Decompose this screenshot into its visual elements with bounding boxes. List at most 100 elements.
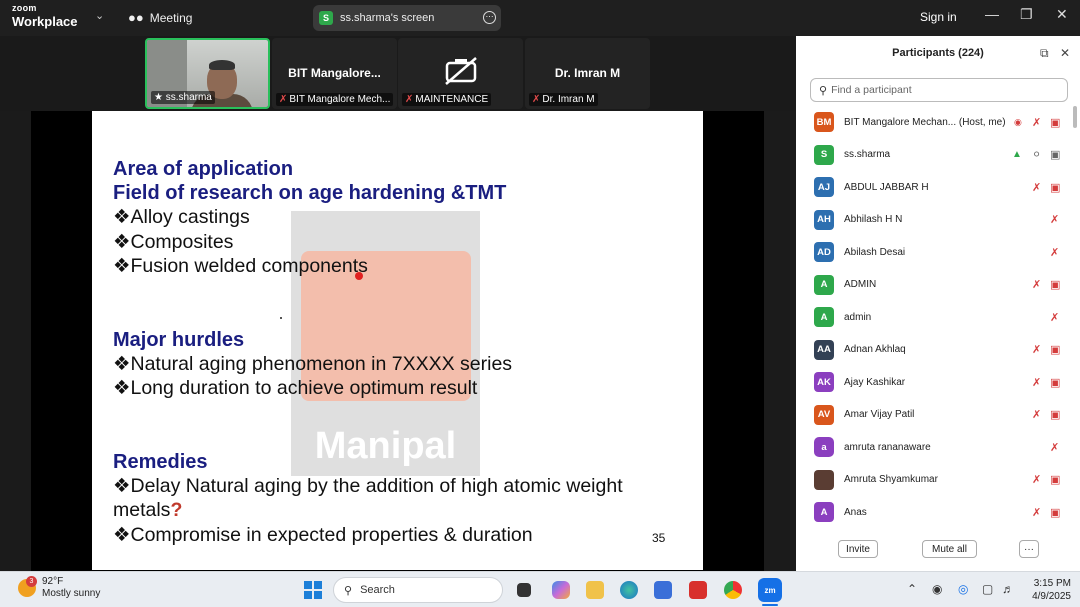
people-icon: ●● bbox=[128, 10, 144, 25]
network-icon[interactable]: ◉ bbox=[932, 582, 942, 596]
participant-row[interactable]: Amruta Shyamkumar ✗ ▣ bbox=[796, 464, 1072, 497]
app-icon[interactable] bbox=[689, 581, 707, 599]
search-icon: ⚲ bbox=[819, 84, 828, 97]
participant-row[interactable]: A admin ✗ bbox=[796, 301, 1072, 334]
tile-caption: ✗ MAINTENANCE bbox=[402, 93, 492, 106]
more-button[interactable]: ··· bbox=[1019, 540, 1039, 558]
mic-muted-icon[interactable]: ✗ bbox=[1050, 246, 1059, 259]
video-tile-bit-mangalore[interactable]: BIT Mangalore... ✗ BIT Mangalore Mech... bbox=[272, 38, 397, 109]
minimize-icon[interactable]: — bbox=[985, 6, 999, 22]
close-panel-icon[interactable]: ✕ bbox=[1060, 46, 1070, 60]
avatar: AV bbox=[814, 404, 834, 425]
mic-muted-icon[interactable]: ✗ bbox=[1032, 278, 1041, 291]
video-off-icon[interactable]: ▣ bbox=[1050, 343, 1060, 356]
mic-muted-icon[interactable]: ✗ bbox=[1032, 506, 1041, 519]
video-off-icon[interactable]: ▣ bbox=[1050, 116, 1060, 129]
microphone-icon[interactable]: ◎ bbox=[958, 582, 968, 596]
pop-out-icon[interactable]: ⧉ bbox=[1040, 46, 1049, 61]
participant-row[interactable]: AH Abhilash H N ✗ bbox=[796, 204, 1072, 237]
participant-scrollbar[interactable] bbox=[1073, 106, 1077, 128]
weather-widget[interactable]: 3 92°F Mostly sunny bbox=[18, 576, 100, 600]
participant-row[interactable]: A ADMIN ✗ ▣ bbox=[796, 269, 1072, 302]
participant-row[interactable]: a amruta rananaware ✗ bbox=[796, 431, 1072, 464]
copilot-icon[interactable] bbox=[552, 581, 570, 599]
avatar: A bbox=[814, 274, 834, 295]
store-icon[interactable] bbox=[654, 581, 672, 599]
video-tile-dr-imran[interactable]: Dr. Imran M ✗ Dr. Imran M bbox=[525, 38, 650, 109]
tile-name: BIT Mangalore... bbox=[288, 66, 381, 80]
video-tile-maintenance[interactable]: ✗ MAINTENANCE bbox=[398, 38, 523, 109]
windows-taskbar: 3 92°F Mostly sunny ⚲ Search zm ⌃ ◉ ◎ ▢ … bbox=[0, 571, 1080, 607]
display-icon[interactable]: ▢ bbox=[982, 582, 993, 596]
task-view-icon[interactable] bbox=[517, 583, 531, 597]
more-options-icon[interactable]: ⋯ bbox=[483, 11, 496, 24]
video-off-icon[interactable]: ▣ bbox=[1050, 376, 1060, 389]
participant-name: Ajay Kashikar bbox=[844, 376, 906, 388]
brand-top: zoom bbox=[12, 3, 37, 13]
windows-start-icon[interactable] bbox=[304, 581, 322, 599]
chevron-up-icon[interactable]: ⌃ bbox=[907, 582, 917, 596]
invite-button[interactable]: Invite bbox=[838, 540, 878, 558]
video-off-icon[interactable]: ▣ bbox=[1050, 473, 1060, 486]
participant-row[interactable]: AJ ABDUL JABBAR H ✗ ▣ bbox=[796, 171, 1072, 204]
participant-row[interactable]: AD Abilash Desai ✗ bbox=[796, 236, 1072, 269]
mic-muted-icon[interactable]: ✗ bbox=[1032, 376, 1041, 389]
title-bar: zoom Workplace ⌄ ●● Meeting S ss.sharma'… bbox=[0, 0, 1080, 36]
video-off-icon[interactable]: ▣ bbox=[1050, 506, 1060, 519]
meeting-menu[interactable]: ●● Meeting bbox=[128, 10, 192, 25]
participant-name: Abilash Desai bbox=[844, 246, 906, 258]
file-explorer-icon[interactable] bbox=[586, 581, 604, 599]
mic-muted-icon[interactable]: ✗ bbox=[1050, 213, 1059, 226]
weather-sun-icon: 3 bbox=[18, 576, 37, 597]
avatar: AA bbox=[814, 339, 834, 360]
participant-row[interactable]: S ss.sharma ▲ ⚪ ▣ bbox=[796, 139, 1072, 172]
participant-row[interactable]: AV Amar Vijay Patil ✗ ▣ bbox=[796, 399, 1072, 432]
mic-muted-icon[interactable]: ✗ bbox=[1050, 311, 1059, 324]
volume-icon[interactable]: ♬ bbox=[1002, 582, 1014, 596]
video-off-icon[interactable]: ▣ bbox=[1050, 181, 1060, 194]
participant-name: ABDUL JABBAR H bbox=[844, 181, 929, 193]
bullet-item: ❖Fusion welded components bbox=[113, 255, 368, 277]
clock-date: 4/9/2025 bbox=[1032, 591, 1071, 602]
bullet-item: ❖Composites bbox=[113, 230, 234, 253]
mic-muted-icon[interactable]: ✗ bbox=[1050, 441, 1059, 454]
participant-row[interactable]: AA Adnan Akhlaq ✗ ▣ bbox=[796, 334, 1072, 367]
tile-caption: ★ ss.sharma bbox=[151, 91, 215, 104]
chrome-icon[interactable] bbox=[724, 581, 742, 599]
close-icon[interactable]: ✕ bbox=[1056, 6, 1068, 23]
bullet-item: ❖Alloy castings bbox=[113, 206, 250, 228]
mic-muted-icon[interactable]: ✗ bbox=[1032, 343, 1041, 356]
avatar-photo bbox=[814, 469, 834, 490]
mic-icon[interactable]: ⚪ bbox=[1032, 148, 1041, 161]
participant-search[interactable]: ⚲ Find a participant bbox=[810, 78, 1068, 102]
sign-in-link[interactable]: Sign in bbox=[920, 10, 957, 24]
video-off-icon[interactable]: ▣ bbox=[1050, 278, 1060, 291]
mic-muted-icon[interactable]: ✗ bbox=[1032, 473, 1041, 486]
avatar: a bbox=[814, 437, 834, 458]
mic-muted-icon[interactable]: ✗ bbox=[1032, 181, 1041, 194]
slide-heading: Remedies bbox=[113, 450, 208, 473]
screen-share-pill[interactable]: S ss.sharma's screen ⋯ bbox=[313, 5, 501, 31]
bullet-item-continued: metals? bbox=[113, 499, 183, 521]
zoom-taskbar-icon[interactable]: zm bbox=[758, 578, 782, 602]
taskbar-search[interactable]: ⚲ Search bbox=[333, 577, 503, 603]
mic-muted-icon[interactable]: ✗ bbox=[1032, 408, 1041, 421]
system-clock[interactable]: 3:15 PM 4/9/2025 bbox=[1025, 577, 1071, 603]
tile-caption: ✗ Dr. Imran M bbox=[529, 93, 598, 106]
edge-browser-icon[interactable] bbox=[620, 581, 638, 599]
sharing-screen-icon: ▲ bbox=[1012, 149, 1022, 161]
video-tile-ss-sharma[interactable]: ★ ss.sharma bbox=[145, 38, 270, 109]
participants-panel: Participants (224) ⧉ ✕ ⚲ Find a particip… bbox=[796, 36, 1080, 571]
record-icon: ◉ bbox=[1014, 116, 1022, 127]
video-icon[interactable]: ▣ bbox=[1050, 148, 1060, 161]
video-gallery: ★ ss.sharma BIT Mangalore... ✗ BIT Mangal… bbox=[0, 36, 796, 111]
video-off-icon[interactable]: ▣ bbox=[1050, 408, 1060, 421]
participant-row[interactable]: A Anas ✗ ▣ bbox=[796, 496, 1072, 529]
participant-row[interactable]: AK Ajay Kashikar ✗ ▣ bbox=[796, 366, 1072, 399]
participant-name: BIT Mangalore Mechan... (Host, me) bbox=[844, 116, 1006, 128]
mic-muted-icon[interactable]: ✗ bbox=[1032, 116, 1041, 129]
chevron-down-icon[interactable]: ⌄ bbox=[95, 9, 104, 22]
restore-icon[interactable]: ❐ bbox=[1020, 6, 1033, 23]
participant-row[interactable]: BM BIT Mangalore Mechan... (Host, me) ◉ … bbox=[796, 106, 1072, 139]
mute-all-button[interactable]: Mute all bbox=[922, 540, 977, 558]
